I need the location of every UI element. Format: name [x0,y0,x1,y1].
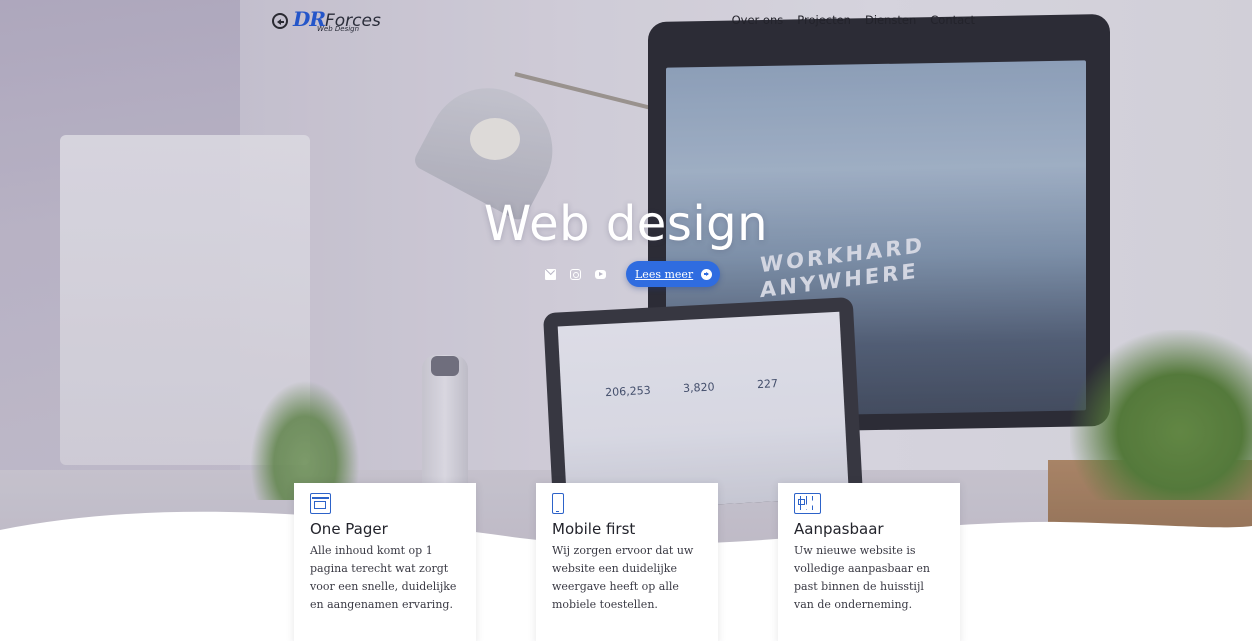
feature-card-aanpasbaar: Aanpasbaar Uw nieuwe website is volledig… [778,483,960,641]
nav-link-over-ons[interactable]: Over ons [732,13,784,27]
feature-card-mobile-first: Mobile first Wij zorgen ervoor dat uw we… [536,483,718,641]
main-menu: Over ons Projecten Diensten Contact [732,13,975,27]
feature-text: Uw nieuwe website is volledige aanpasbaa… [794,544,930,611]
logo[interactable]: DRForces Web Design [293,8,381,36]
nav-link-contact[interactable]: Contact [930,13,975,27]
lees-meer-button[interactable]: Lees meer [626,261,721,287]
sliders-icon [794,493,821,514]
one-pager-icon [310,493,331,514]
brand-logo[interactable]: DRForces Web Design [272,8,381,36]
youtube-icon[interactable] [595,270,606,279]
instagram-icon[interactable] [570,268,581,280]
top-navigation: DRForces Web Design Over ons Projecten D… [0,0,1252,42]
feature-text: Alle inhoud komt op 1 pagina terecht wat… [310,544,457,611]
feature-title: Aanpasbaar [794,520,884,538]
mail-icon[interactable] [545,268,556,280]
nav-link-projecten[interactable]: Projecten [797,13,851,27]
feature-title: One Pager [310,520,388,538]
feature-card-one-pager: One Pager Alle inhoud komt op 1 pagina t… [294,483,476,641]
back-arrow-icon[interactable] [272,13,288,29]
logo-subtitle: Web Design [317,25,360,33]
hero-title: Web design [483,196,769,252]
lees-meer-label: Lees meer [635,267,694,281]
arrow-right-circle-icon [701,268,713,280]
feature-text: Wij zorgen ervoor dat uw website een dui… [552,544,694,611]
feature-title: Mobile first [552,520,636,538]
mobile-icon [552,493,564,514]
hero-actions: Lees meer [545,261,721,287]
nav-link-diensten[interactable]: Diensten [865,13,916,27]
